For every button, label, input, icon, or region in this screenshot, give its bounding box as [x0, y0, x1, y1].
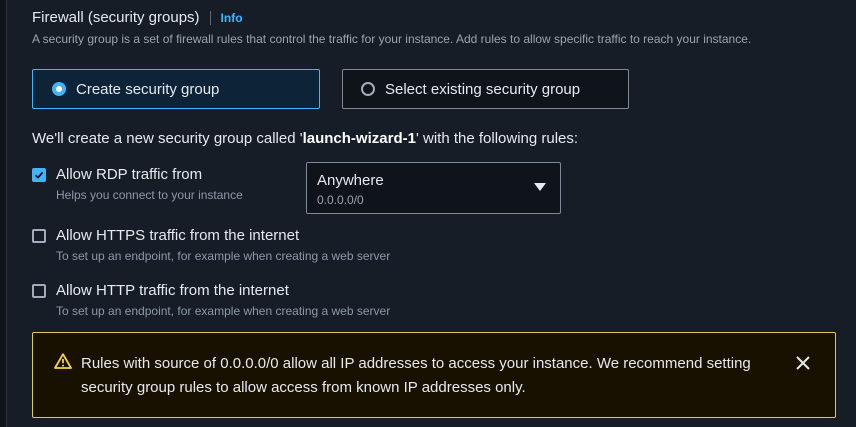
https-checkbox[interactable] [32, 228, 46, 243]
warning-icon [54, 353, 72, 369]
info-link[interactable]: Info [221, 11, 243, 25]
http-rule-help: To set up an endpoint, for example when … [56, 304, 391, 318]
section-description: A security group is a set of firewall ru… [32, 32, 752, 46]
rdp-source-cidr: 0.0.0.0/0 [317, 193, 364, 207]
https-rule-label: Allow HTTPS traffic from the internet [56, 227, 300, 244]
title-separator [209, 10, 211, 25]
checkmark-icon [34, 171, 44, 179]
close-icon[interactable] [795, 355, 811, 371]
warning-alert: Rules with source of 0.0.0.0/0 allow all… [32, 332, 836, 418]
rule-rdp: Allow RDP traffic from Helps you connect… [32, 166, 243, 202]
https-rule-help: To set up an endpoint, for example when … [56, 249, 391, 263]
intro-prefix: We'll create a new security group called… [32, 130, 303, 147]
warning-text: Rules with source of 0.0.0.0/0 allow all… [81, 355, 751, 396]
radio-selected-icon[interactable] [52, 82, 66, 96]
rule-http: Allow HTTP traffic from the internet To … [32, 282, 390, 318]
create-security-group-option[interactable]: Create security group [32, 69, 320, 109]
rdp-source-select[interactable]: Anywhere 0.0.0.0/0 [306, 162, 561, 214]
rdp-rule-label: Allow RDP traffic from [56, 166, 203, 183]
security-group-intro: We'll create a new security group called… [32, 130, 578, 147]
http-checkbox[interactable] [32, 283, 46, 298]
firewall-panel: Firewall (security groups) Info A securi… [6, 0, 856, 427]
security-group-name: launch-wizard-1 [302, 130, 416, 147]
radio-unselected-icon[interactable] [361, 82, 375, 96]
section-header: Firewall (security groups) Info [32, 9, 243, 26]
http-rule-label: Allow HTTP traffic from the internet [56, 282, 289, 299]
select-existing-security-group-option[interactable]: Select existing security group [342, 69, 629, 109]
select-existing-security-group-label: Select existing security group [385, 80, 581, 98]
rdp-checkbox[interactable] [32, 167, 46, 182]
rdp-source-value: Anywhere [317, 172, 384, 189]
intro-suffix: ' with the following rules: [415, 130, 579, 147]
create-security-group-label: Create security group [76, 80, 220, 98]
caret-down-icon[interactable] [534, 183, 546, 191]
rule-https: Allow HTTPS traffic from the internet To… [32, 227, 390, 263]
rdp-rule-help: Helps you connect to your instance [56, 188, 243, 202]
section-title: Firewall (security groups) [32, 9, 200, 26]
